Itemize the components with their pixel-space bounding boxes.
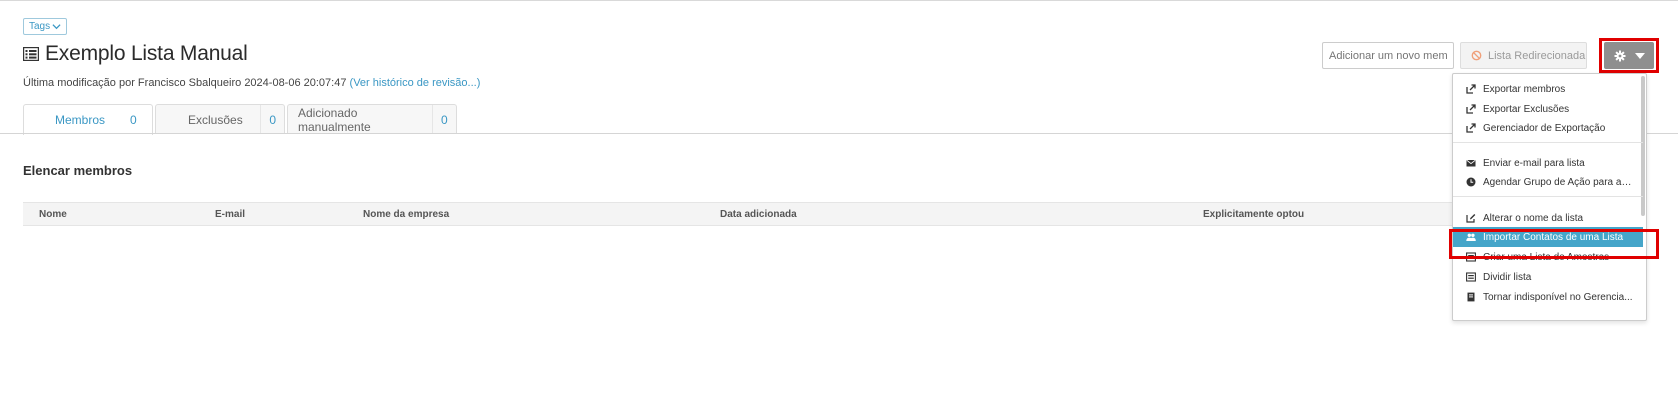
tab-label: Exclusões xyxy=(188,112,243,127)
tags-label: Tags xyxy=(29,21,51,32)
tags-dropdown[interactable]: Tags xyxy=(23,18,68,35)
menu-item-label: Agendar Grupo de Ação para a li... xyxy=(1483,176,1633,188)
list-icon xyxy=(1466,272,1476,282)
tabs-bar: Membros 0 Exclusões 0 Adicionado manualm… xyxy=(23,104,459,135)
ban-icon xyxy=(1471,50,1482,61)
menu-item-label: Dividir lista xyxy=(1483,271,1532,283)
redirect-list-button[interactable]: Lista Redirecionada xyxy=(1460,42,1587,69)
tab-label: Membros xyxy=(55,113,106,127)
page-title: Exemplo Lista Manual xyxy=(45,42,248,65)
members-table-header: Nome E-mail Nome da empresa Data adicion… xyxy=(23,202,1453,226)
menu-item-agendar-grupo[interactable]: Agendar Grupo de Ação para a li... xyxy=(1453,172,1643,192)
menu-item-alterar-nome[interactable]: Alterar o nome da lista xyxy=(1453,208,1643,228)
menu-item-label: Alterar o nome da lista xyxy=(1483,212,1584,224)
tab-label: Adicionado manualmente xyxy=(298,105,371,134)
section-title: Elencar membros xyxy=(23,163,133,178)
column-header-data-adicionada[interactable]: Data adicionada xyxy=(720,209,797,220)
top-divider xyxy=(0,0,1678,1)
annotation-highlight-settings xyxy=(1599,38,1659,73)
menu-item-enviar-email[interactable]: Enviar e-mail para lista xyxy=(1453,153,1643,173)
export-icon xyxy=(1466,84,1476,94)
menu-item-exportar-exclusoes[interactable]: Exportar Exclusões xyxy=(1453,99,1643,119)
add-member-input[interactable] xyxy=(1322,42,1454,69)
tab-exclusoes[interactable]: Exclusões 0 xyxy=(155,104,285,134)
document-icon xyxy=(1467,292,1475,302)
menu-item-label: Exportar Exclusões xyxy=(1483,103,1570,115)
chevron-down-icon xyxy=(52,24,61,30)
list-icon xyxy=(23,47,39,61)
menu-item-label: Exportar membros xyxy=(1483,83,1566,95)
menu-item-label: Enviar e-mail para lista xyxy=(1483,157,1585,169)
menu-item-dividir-lista[interactable]: Dividir lista xyxy=(1453,267,1643,287)
column-header-empresa[interactable]: Nome da empresa xyxy=(363,209,449,220)
column-header-email[interactable]: E-mail xyxy=(215,209,245,220)
revision-history-link[interactable]: (Ver histórico de revisão...) xyxy=(350,77,481,89)
menu-item-label: Gerenciador de Exportação xyxy=(1483,122,1606,134)
page-title-row: Exemplo Lista Manual xyxy=(23,42,248,66)
tab-membros[interactable]: Membros 0 xyxy=(23,104,153,135)
redirect-list-label: Lista Redirecionada xyxy=(1488,49,1586,62)
tab-adicionado-manualmente[interactable]: Adicionado manualmente 0 xyxy=(287,104,457,134)
tabs-divider xyxy=(0,133,1678,134)
column-header-optou[interactable]: Explicitamente optou xyxy=(1203,209,1304,220)
edit-icon xyxy=(1466,214,1476,223)
column-header-nome[interactable]: Nome xyxy=(39,209,67,220)
menu-item-gerenciador-exportacao[interactable]: Gerenciador de Exportação xyxy=(1453,118,1643,138)
last-modified-text: Última modificação por Francisco Sbalque… xyxy=(23,77,347,89)
tab-count: 0 xyxy=(130,113,137,127)
envelope-icon xyxy=(1466,159,1476,167)
menu-divider xyxy=(1453,142,1643,143)
tab-count: 0 xyxy=(432,105,456,134)
annotation-highlight-import xyxy=(1449,229,1659,259)
tab-count: 0 xyxy=(260,105,284,134)
menu-item-label: Tornar indisponível no Gerencia... xyxy=(1483,291,1633,303)
export-icon xyxy=(1466,104,1476,114)
menu-item-tornar-indisponivel[interactable]: Tornar indisponível no Gerencia... xyxy=(1453,287,1643,307)
menu-item-exportar-membros[interactable]: Exportar membros xyxy=(1453,79,1643,99)
settings-dropdown-menu: Exportar membros Exportar Exclusões Gere… xyxy=(1452,73,1647,321)
clock-icon xyxy=(1466,177,1476,187)
export-icon xyxy=(1466,123,1476,133)
last-modified-info: Última modificação por Francisco Sbalque… xyxy=(23,77,480,89)
menu-divider xyxy=(1453,196,1643,197)
